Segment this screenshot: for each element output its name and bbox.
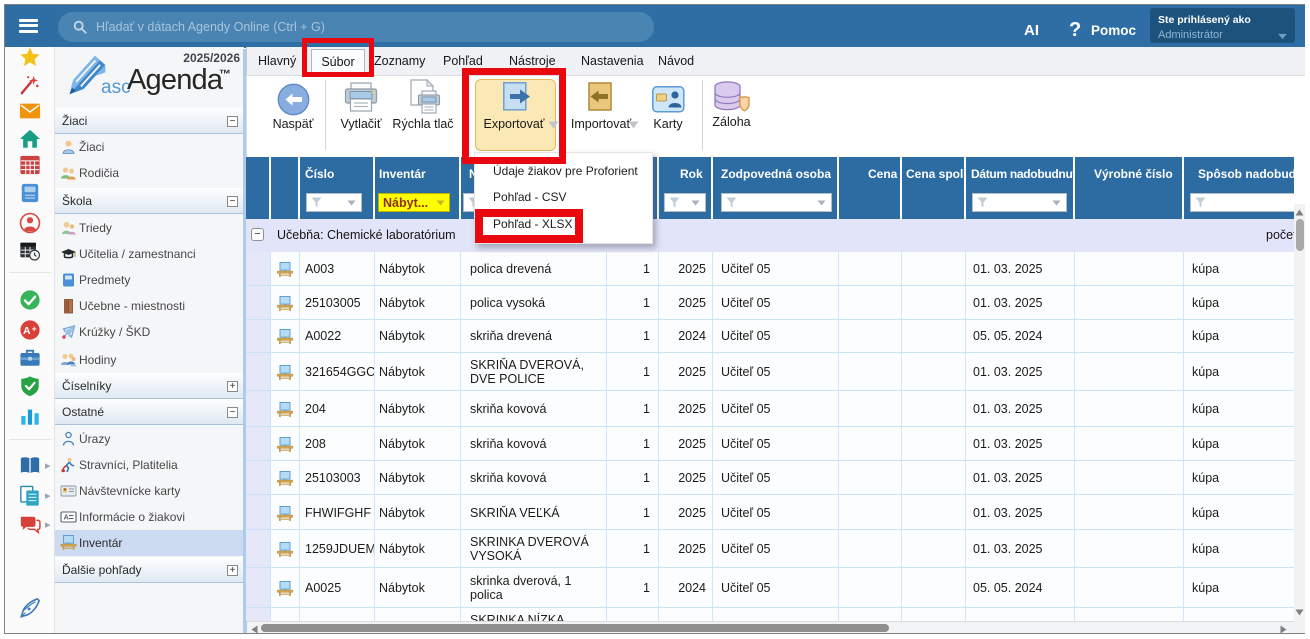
svg-text:A: A [23, 325, 31, 337]
svg-text:+: + [32, 324, 37, 333]
svg-text:A: A [64, 513, 70, 522]
